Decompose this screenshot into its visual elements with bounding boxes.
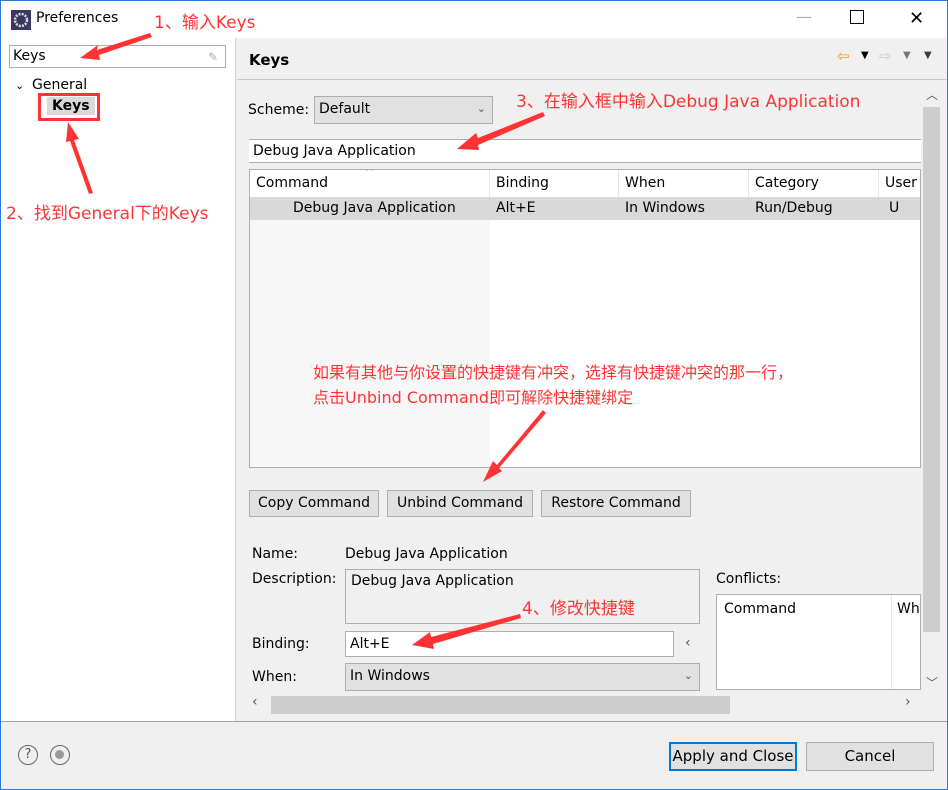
annotation-note-line2: 点击Unbind Command即可解除快捷键绑定 [313, 388, 634, 407]
annotation-step4: 4、修改快捷键 [522, 599, 635, 619]
annotation-step3: 3、在输入框中输入Debug Java Application [516, 92, 861, 112]
annotation-note-line1: 如果有其他与你设置的快捷键有冲突，选择有快捷键冲突的那一行， [313, 363, 794, 382]
arrow-step1 [80, 33, 152, 60]
annotation-step2: 2、找到General下的Keys [6, 204, 209, 224]
arrow-step3 [457, 112, 545, 150]
annotation-step1: 1、输入Keys [154, 13, 256, 33]
arrow-step4 [412, 614, 521, 649]
arrow-unbind [483, 410, 546, 482]
arrow-step2 [66, 122, 93, 194]
